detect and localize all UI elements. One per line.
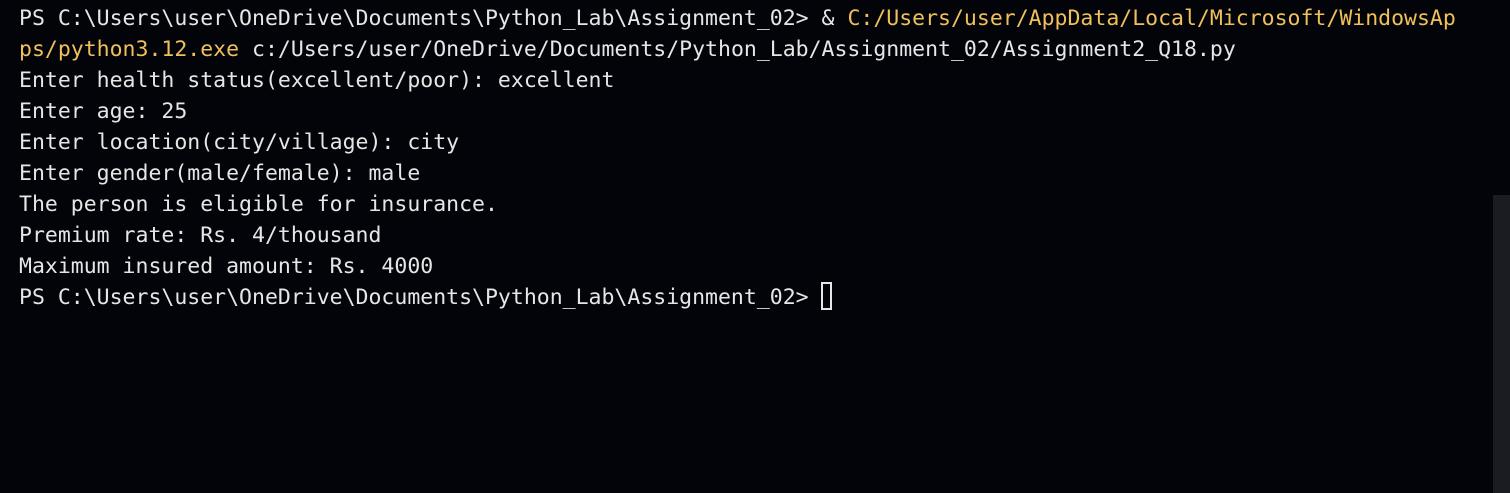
command-line-2: ps/python3.12.exe c:/Users/user/OneDrive… <box>19 34 1510 65</box>
prompt-text: PS C:\Users\user\OneDrive\Documents\Pyth… <box>19 6 822 31</box>
script-path: c:/Users/user/OneDrive/Documents/Python_… <box>239 37 1236 62</box>
output-line: Enter age: 25 <box>19 99 188 124</box>
final-prompt-line[interactable]: PS C:\Users\user\OneDrive\Documents\Pyth… <box>19 282 1510 313</box>
command-line-1: PS C:\Users\user\OneDrive\Documents\Pyth… <box>19 3 1510 34</box>
terminal-window[interactable]: PS C:\Users\user\OneDrive\Documents\Pyth… <box>0 0 1510 493</box>
python-exe-path-part1: C:/Users/user/AppData/Local/Microsoft/Wi… <box>847 6 1456 31</box>
vertical-scrollbar[interactable] <box>1493 195 1510 493</box>
output-line: Maximum insured amount: Rs. 4000 <box>19 254 434 279</box>
output-line: The person is eligible for insurance. <box>19 192 498 217</box>
output-line: Enter gender(male/female): male <box>19 161 421 186</box>
text-cursor[interactable] <box>820 282 832 310</box>
output-line: Premium rate: Rs. 4/thousand <box>19 223 382 248</box>
output-line: Enter health status(excellent/poor): exc… <box>19 68 615 93</box>
final-prompt-text: PS C:\Users\user\OneDrive\Documents\Pyth… <box>19 285 809 310</box>
output-line: Enter location(city/village): city <box>19 130 460 155</box>
python-exe-path-part2: ps/python3.12.exe <box>19 37 240 62</box>
call-operator: & <box>821 6 848 31</box>
